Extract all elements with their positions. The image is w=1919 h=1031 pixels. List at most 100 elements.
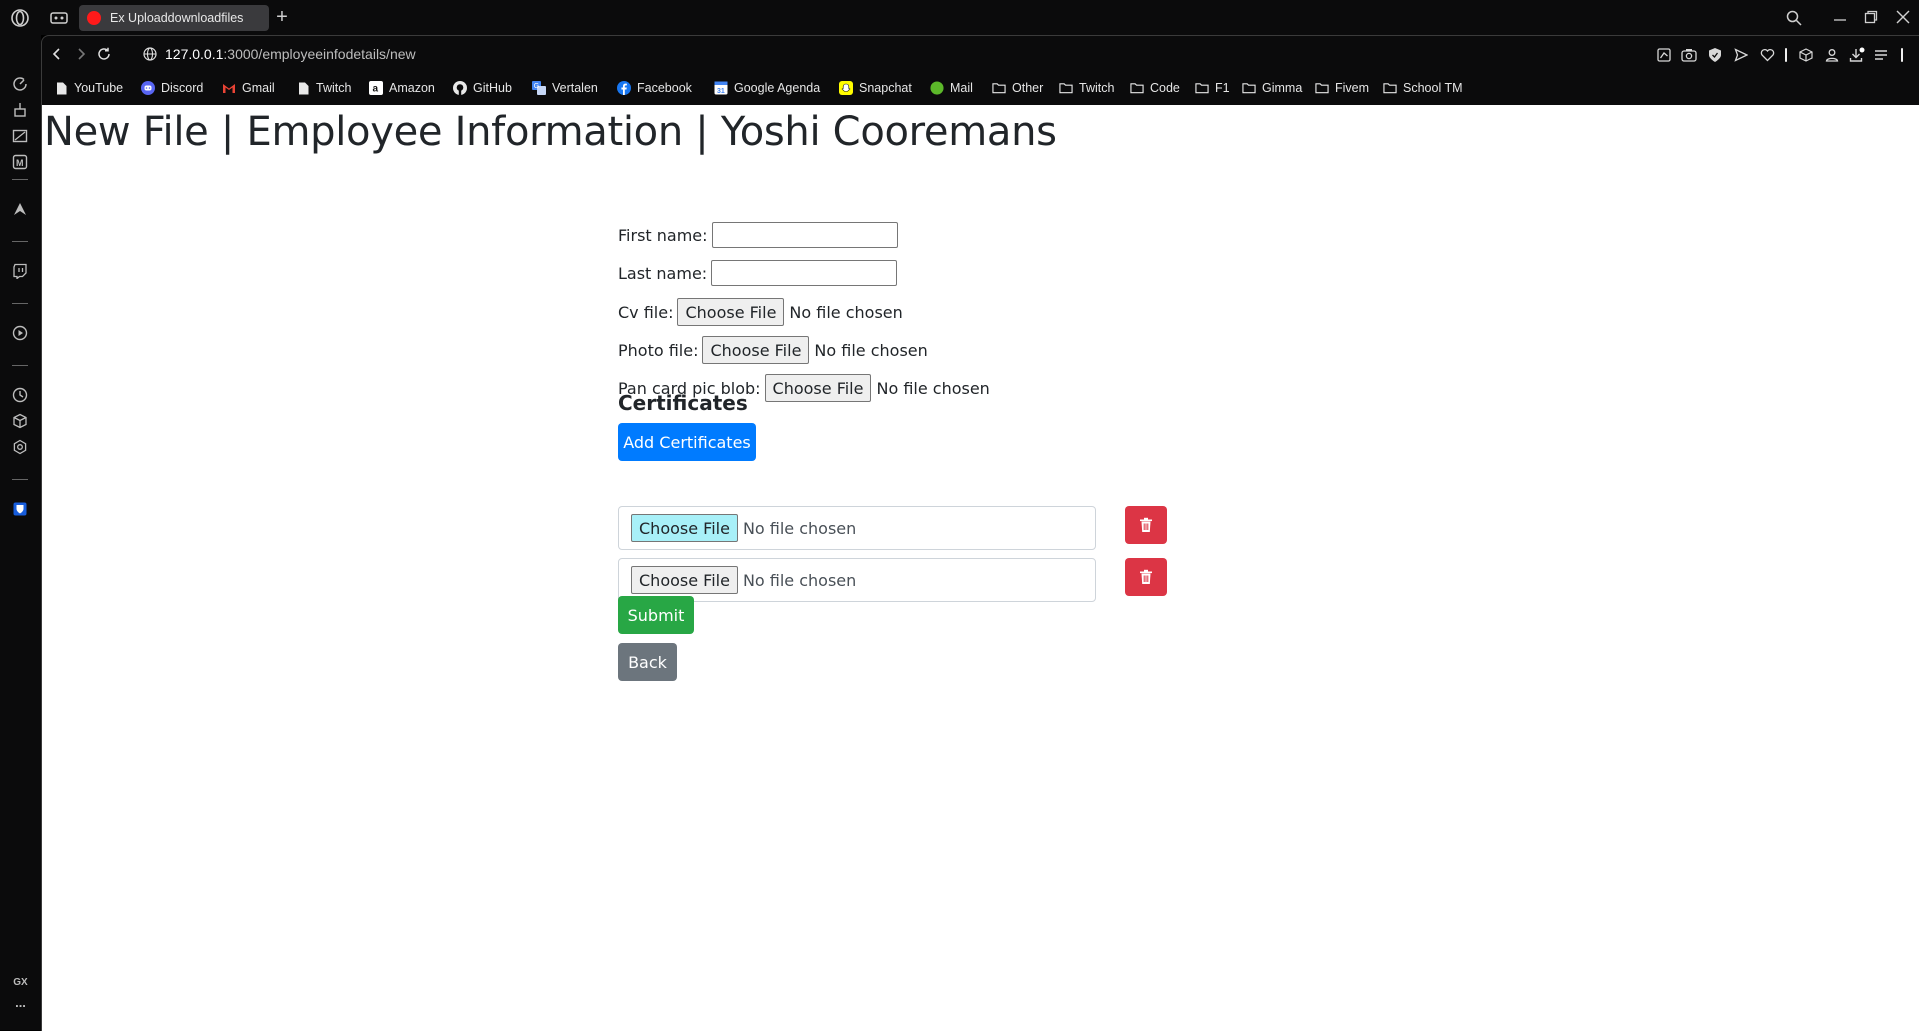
sidebar-extensions-icon[interactable] bbox=[8, 409, 32, 433]
heart-icon[interactable] bbox=[1757, 45, 1777, 65]
opera-menu-icon[interactable] bbox=[8, 6, 32, 30]
folder-icon bbox=[1195, 81, 1209, 95]
sidebar-mods-icon[interactable]: M bbox=[8, 150, 32, 174]
bookmark-label: Twitch bbox=[1079, 81, 1115, 95]
gx-control-icon[interactable] bbox=[47, 6, 71, 30]
pan-card-choose-file-button[interactable]: Choose File bbox=[764, 374, 872, 402]
last-name-label: Last name: bbox=[618, 263, 708, 283]
snapshot-camera-icon[interactable] bbox=[1679, 45, 1699, 65]
bookmark-folder-code[interactable]: Code bbox=[1130, 79, 1180, 97]
certificate-file-status: No file chosen bbox=[742, 570, 857, 590]
sidebar-settings-icon[interactable] bbox=[8, 435, 32, 459]
search-tabs-icon[interactable] bbox=[1782, 6, 1806, 30]
bookmark-vertalen[interactable]: G Vertalen bbox=[532, 79, 598, 97]
sidebar-cleaner-icon[interactable] bbox=[8, 98, 32, 122]
submit-button[interactable]: Submit bbox=[618, 596, 694, 634]
sidebar-aria-icon[interactable] bbox=[8, 197, 32, 221]
close-window-icon[interactable] bbox=[1888, 5, 1918, 29]
easy-files-menu-icon[interactable] bbox=[1871, 45, 1891, 65]
sidebar-wallpaper-icon[interactable] bbox=[8, 124, 32, 148]
send-flow-icon[interactable] bbox=[1731, 45, 1751, 65]
bookmark-youtube[interactable]: YouTube bbox=[54, 79, 123, 97]
bookmark-folder-f1[interactable]: F1 bbox=[1195, 79, 1230, 97]
svg-text:31: 31 bbox=[717, 88, 725, 95]
bookmark-label: Other bbox=[1012, 81, 1044, 95]
bookmark-twitch[interactable]: Twitch bbox=[296, 79, 351, 97]
bookmarks-bar: YouTube Discord Gmail Twitch a Amazon Gi… bbox=[42, 73, 1919, 104]
sidebar-toggle-bar-icon[interactable] bbox=[1892, 45, 1912, 65]
svg-text:G: G bbox=[534, 83, 539, 90]
delete-certificate-button[interactable] bbox=[1125, 558, 1167, 596]
folder-icon bbox=[1242, 81, 1256, 95]
bookmark-facebook[interactable]: Facebook bbox=[617, 79, 692, 97]
bookmark-snapchat[interactable]: Snapchat bbox=[839, 79, 912, 97]
address-bar: 127.0.0.1:3000/employeeinfodetails/new bbox=[42, 36, 1919, 73]
bookmark-discord[interactable]: Discord bbox=[141, 79, 203, 97]
amazon-icon: a bbox=[369, 81, 383, 95]
bookmark-folder-school-tm[interactable]: School TM bbox=[1383, 79, 1463, 97]
forward-nav-icon[interactable] bbox=[71, 44, 91, 64]
sidebar-divider bbox=[12, 365, 28, 366]
bookmark-github[interactable]: GitHub bbox=[453, 79, 512, 97]
add-certificates-button[interactable]: Add Certificates bbox=[618, 423, 756, 461]
url-path: :3000/employeeinfodetails/new bbox=[223, 46, 416, 62]
reload-icon[interactable] bbox=[94, 44, 114, 64]
certificate-file-field[interactable]: Choose File No file chosen bbox=[618, 506, 1096, 550]
sidebar-gx-label[interactable]: GX bbox=[0, 977, 41, 988]
translate-icon: G bbox=[532, 81, 546, 95]
downloads-icon[interactable] bbox=[1847, 45, 1867, 65]
page-icon bbox=[296, 81, 310, 95]
delete-certificate-button[interactable] bbox=[1125, 506, 1167, 544]
sidebar-twitch-icon[interactable] bbox=[8, 259, 32, 283]
bookmark-amazon[interactable]: a Amazon bbox=[369, 79, 435, 97]
sidebar-history-icon[interactable] bbox=[8, 383, 32, 407]
bookmark-label: Vertalen bbox=[552, 81, 598, 95]
restore-icon[interactable] bbox=[1856, 5, 1886, 29]
page-icon bbox=[54, 81, 68, 95]
bookmark-label: Twitch bbox=[316, 81, 352, 95]
bookmark-folder-other[interactable]: Other bbox=[992, 79, 1043, 97]
cv-choose-file-button[interactable]: Choose File bbox=[677, 298, 785, 326]
bookmark-label: F1 bbox=[1215, 81, 1230, 95]
sidebar-performance-icon[interactable] bbox=[8, 72, 32, 96]
tab-title: Ex Uploaddownloadfiles bbox=[110, 11, 244, 25]
back-nav-icon[interactable] bbox=[47, 44, 67, 64]
back-button[interactable]: Back bbox=[618, 643, 677, 681]
sidebar-player-icon[interactable] bbox=[8, 321, 32, 345]
bookmark-gmail[interactable]: Gmail bbox=[222, 79, 275, 97]
page-title: New File | Employee Information | Yoshi … bbox=[44, 109, 1057, 155]
last-name-row: Last name: bbox=[618, 260, 898, 286]
tab-active[interactable]: Ex Uploaddownloadfiles bbox=[79, 5, 269, 31]
bookmark-google-agenda[interactable]: 31 Google Agenda bbox=[714, 79, 820, 97]
vpn-shield-icon[interactable] bbox=[1705, 45, 1725, 65]
sidebar-divider bbox=[12, 479, 28, 480]
last-name-input[interactable] bbox=[711, 260, 898, 286]
certificates-heading: Certificates bbox=[618, 391, 748, 415]
bookmark-folder-twitch[interactable]: Twitch bbox=[1059, 79, 1114, 97]
bookmark-mail[interactable]: Mail bbox=[930, 79, 973, 97]
photo-choose-file-button[interactable]: Choose File bbox=[702, 336, 810, 364]
url-field[interactable]: 127.0.0.1:3000/employeeinfodetails/new bbox=[165, 46, 416, 62]
sidebar-bitwarden-icon[interactable] bbox=[8, 497, 32, 521]
easy-setup-icon[interactable] bbox=[1654, 45, 1674, 65]
profile-icon[interactable] bbox=[1822, 45, 1842, 65]
bookmark-folder-gimma[interactable]: Gimma bbox=[1242, 79, 1302, 97]
cv-file-status: No file chosen bbox=[789, 302, 903, 322]
snapchat-icon bbox=[839, 81, 853, 95]
first-name-label: First name: bbox=[618, 225, 708, 245]
bookmark-label: Gmail bbox=[242, 81, 275, 95]
trash-icon bbox=[1139, 517, 1153, 533]
minimize-icon[interactable] bbox=[1825, 5, 1855, 29]
folder-icon bbox=[1130, 81, 1144, 95]
bookmark-folder-fivem[interactable]: Fivem bbox=[1315, 79, 1369, 97]
certificate-choose-file-button[interactable]: Choose File bbox=[631, 514, 738, 542]
github-icon bbox=[453, 81, 467, 95]
discord-icon bbox=[141, 81, 155, 95]
extensions-cube-icon[interactable] bbox=[1796, 45, 1816, 65]
certificate-choose-file-button[interactable]: Choose File bbox=[631, 566, 738, 594]
divider-bar-icon bbox=[1776, 45, 1796, 65]
new-tab-icon[interactable]: + bbox=[272, 7, 292, 27]
sidebar-more-icon[interactable]: ... bbox=[0, 995, 41, 1010]
site-info-globe-icon[interactable] bbox=[140, 44, 160, 64]
first-name-input[interactable] bbox=[711, 222, 898, 248]
